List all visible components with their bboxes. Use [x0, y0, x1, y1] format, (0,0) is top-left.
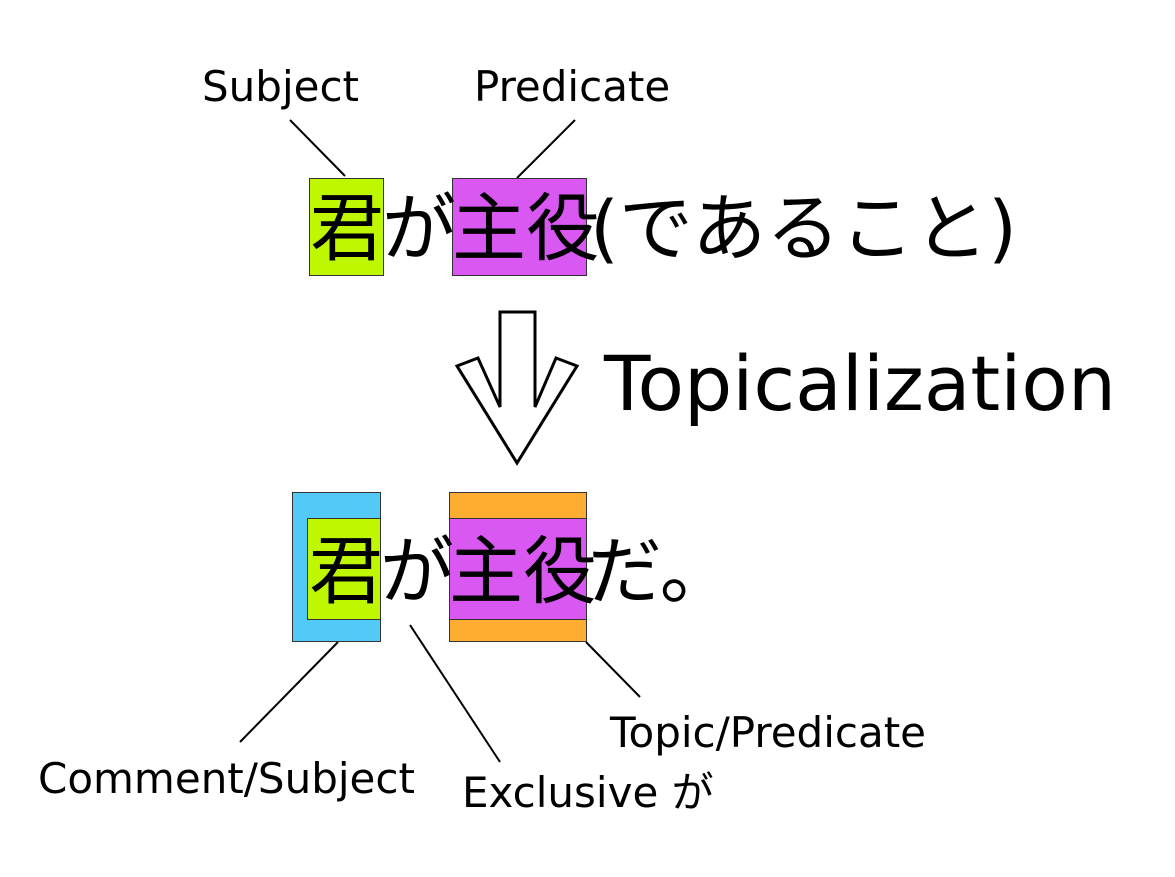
bottom-predicate-chars: 主役 [449, 529, 597, 615]
top-predicate-chars: 主役 [452, 186, 600, 272]
comment-connector [239, 641, 339, 743]
predicate-connector [516, 119, 576, 179]
bottom-particle: が [380, 529, 454, 615]
exclusive-ga-label: Exclusive が [462, 768, 714, 817]
bottom-tail: だ。 [588, 529, 734, 615]
top-tail: (であること) [590, 186, 1017, 272]
bottom-subject-char: 君 [309, 529, 383, 615]
subject-label: Subject [202, 62, 360, 111]
exclusive-connector [409, 624, 501, 763]
connector-lines [239, 119, 641, 763]
topicalization-label: Topicalization [604, 339, 1116, 428]
topic-connector [585, 641, 641, 698]
comment-subject-label: Comment/Subject [38, 754, 415, 803]
topic-predicate-label: Topic/Predicate [610, 708, 927, 757]
top-subject-char: 君 [310, 186, 384, 272]
subject-connector [289, 119, 346, 177]
predicate-label: Predicate [474, 62, 671, 111]
down-arrow-icon [454, 310, 580, 466]
top-particle: が [382, 186, 456, 272]
